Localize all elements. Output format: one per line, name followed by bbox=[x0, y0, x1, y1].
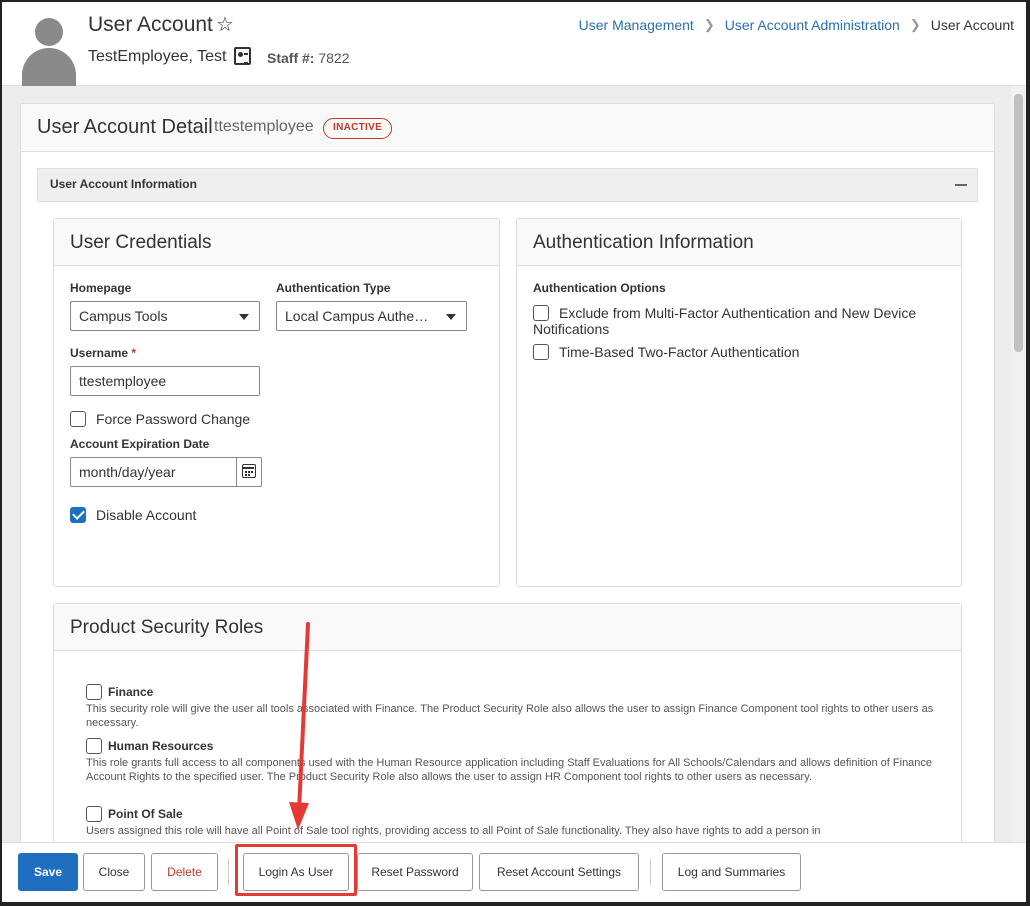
app-window: User Account ☆ TestEmployee, Test Staff … bbox=[0, 0, 1030, 906]
annotation-arrow bbox=[289, 622, 310, 830]
